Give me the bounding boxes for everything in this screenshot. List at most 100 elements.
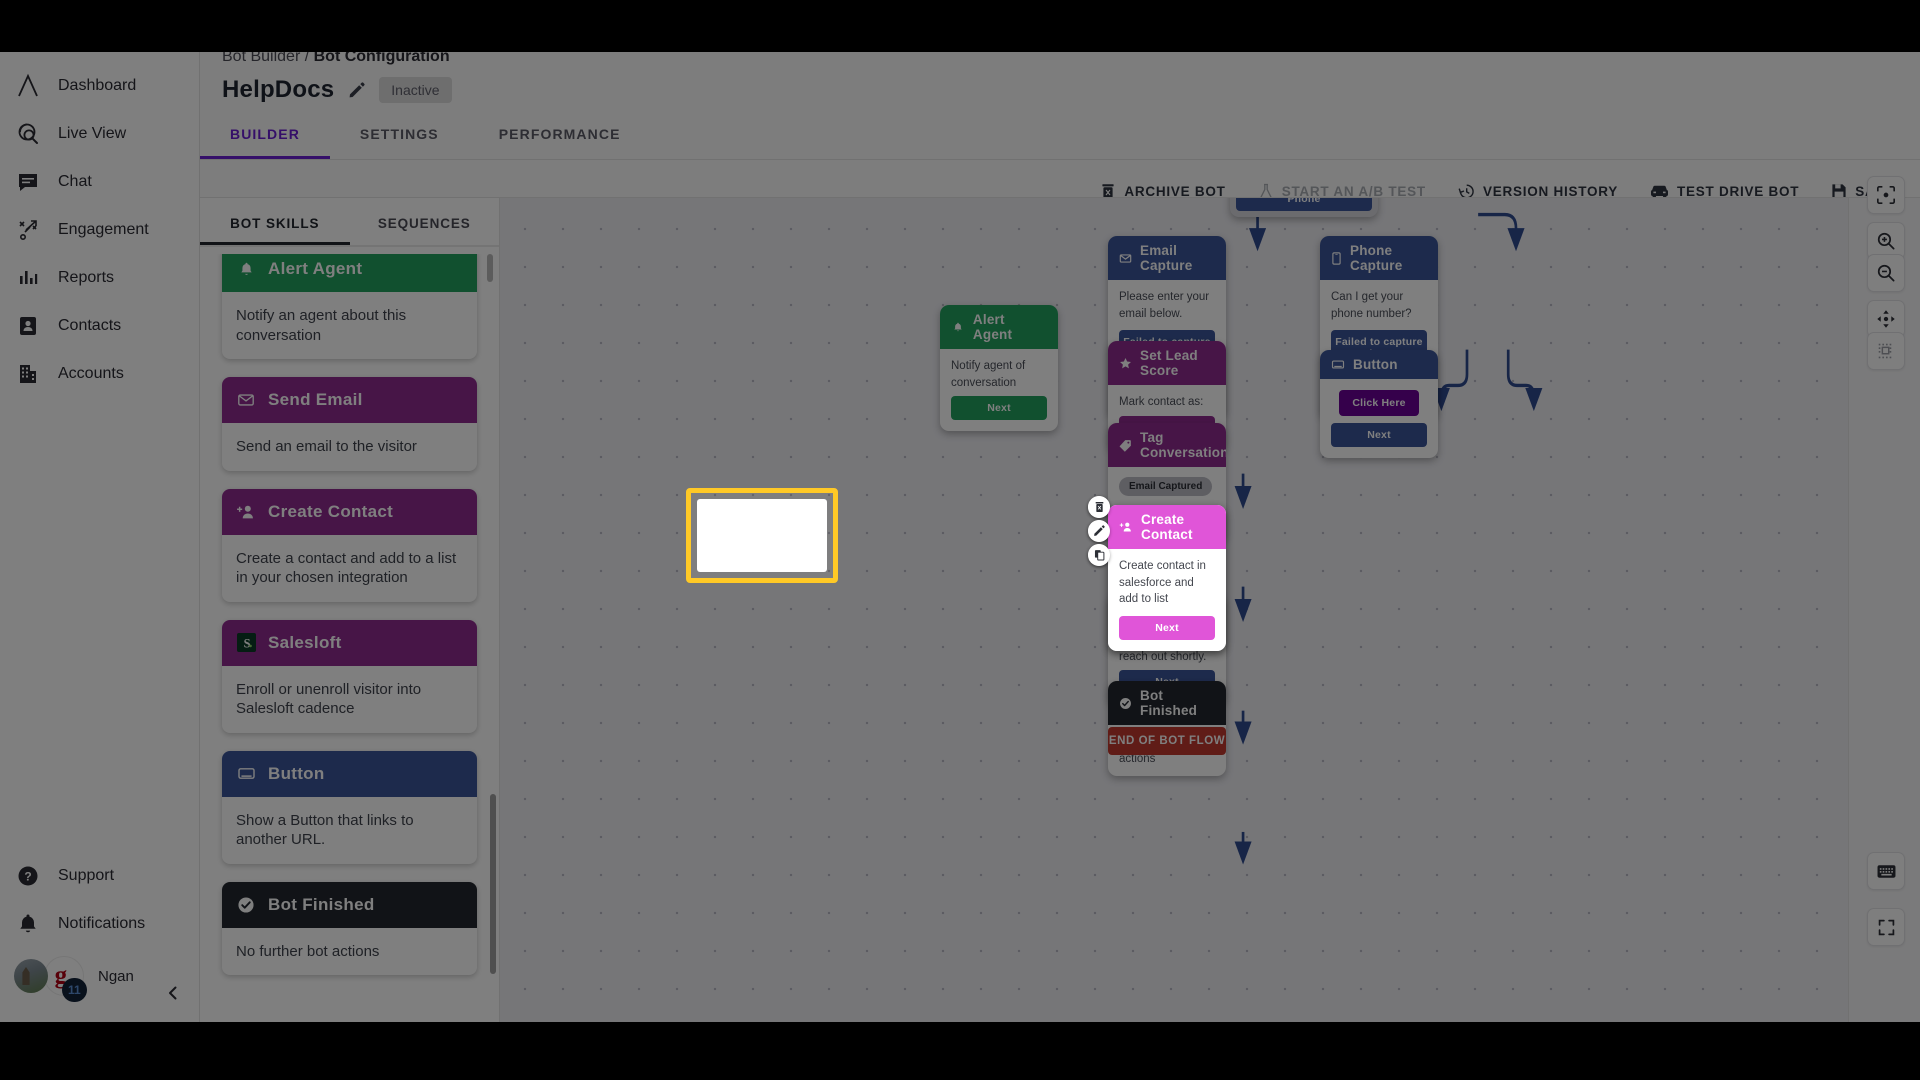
bell-icon [14,910,42,938]
node-tag-chip: Email Captured [1119,477,1213,496]
flow-node-button[interactable]: Button Click Here Next [1320,350,1438,458]
node-header: Button [1320,350,1438,379]
selection-highlight-fill [697,499,827,572]
select-area-icon [1878,343,1892,359]
skill-desc: No further bot actions [236,942,380,960]
panel-scrollbar-thumb-2[interactable] [490,794,496,974]
skill-card-create-contact[interactable]: Create Contact Create a contact and add … [222,488,477,602]
node-header: Create Contact [1108,505,1226,549]
star-icon [1119,356,1132,370]
select-area-button[interactable] [1867,332,1905,370]
skill-card-alert-agent[interactable]: Alert Agent Notify an agent about this c… [222,254,477,359]
edit-node-button[interactable] [1088,520,1110,542]
node-body: Create contact in salesforce and add to … [1108,549,1226,651]
avatar [14,959,48,993]
panel-scrollbar-track[interactable] [487,254,496,1080]
tab-builder[interactable]: BUILDER [200,120,330,159]
nav-item-contacts[interactable]: Contacts [0,302,199,350]
rail-collapse-button[interactable] [160,980,186,1006]
fullscreen-icon [1878,919,1894,935]
panel-tabs: BOT SKILLS SEQUENCES [200,198,499,247]
zoom-out-button[interactable] [1867,254,1905,292]
edit-icon [1094,525,1105,536]
check-circle-icon [236,895,256,915]
duplicate-node-button[interactable] [1088,544,1110,566]
node-tool-strip[interactable] [1088,496,1110,566]
mail-icon [236,390,256,410]
nav-label: Live View [58,125,127,142]
nav-item-dashboard[interactable]: Dashboard [0,62,199,110]
skill-title: Alert Agent [268,259,363,278]
nav-item-engagement[interactable]: Engagement [0,206,199,254]
button-icon [1331,358,1345,372]
node-header: Email Capture [1108,236,1226,280]
fullscreen-button[interactable] [1867,908,1905,946]
focus-target-button[interactable] [1867,176,1905,214]
node-header: Tag Conversation [1108,423,1226,467]
flow-node-alert-agent[interactable]: Alert Agent Notify agent of conversation… [940,305,1058,432]
tab-performance[interactable]: PERFORMANCE [469,120,651,156]
skill-desc: Show a Button that links to another URL. [236,811,414,849]
check-circle-icon [1119,696,1132,710]
node-header: Set Lead Score [1108,341,1226,385]
skill-card-list[interactable]: Alert Agent Notify an agent about this c… [200,254,499,1080]
selection-highlight-ring [686,488,838,583]
flow-node-options[interactable]: Email Phone [1230,198,1378,217]
canvas-tool-strip [1848,176,1920,1080]
node-next-button[interactable]: Next [951,396,1047,421]
letterbox-bottom [0,1022,1920,1080]
reports-icon [14,264,42,292]
node-cta-button[interactable]: Click Here [1339,390,1419,416]
nav-label: Support [58,867,115,884]
skill-card-button[interactable]: Button Show a Button that links to anoth… [222,750,477,864]
delete-node-button[interactable] [1088,496,1110,518]
end-of-bot-flow-banner: END OF BOT FLOW [1108,727,1226,755]
skill-title: Send Email [268,390,363,409]
option-button[interactable]: Phone [1236,198,1372,211]
keyboard-shortcuts-button[interactable] [1867,852,1905,890]
nav-label: Notifications [58,915,146,932]
pan-move-icon [1877,310,1895,328]
nav-label: Engagement [58,221,149,238]
node-header: Phone Capture [1320,236,1438,280]
nav-label: Contacts [58,317,122,334]
pencil-icon[interactable] [348,81,365,99]
node-text: Mark contact as: [1119,396,1204,408]
skill-desc: Send an email to the visitor [236,438,417,455]
tab-settings[interactable]: SETTINGS [330,120,469,156]
status-badge: Inactive [379,77,452,103]
help-circle-icon: ? [14,862,42,890]
nav-item-reports[interactable]: Reports [0,254,199,302]
node-body: Click Here Next [1320,379,1438,458]
node-title: Alert Agent [972,312,1013,342]
salesloft-icon: S [236,633,256,653]
nav-item-accounts[interactable]: Accounts [0,350,199,398]
node-next-button[interactable]: Next [1119,616,1215,641]
node-title: Phone Capture [1350,243,1403,273]
nav-item-support[interactable]: ? Support [0,852,199,900]
nav-item-chat[interactable]: Chat [0,158,199,206]
skill-card-salesloft[interactable]: S Salesloft Enroll or unenroll visitor i… [222,619,477,733]
skill-title: Button [268,763,325,783]
skill-card-send-email[interactable]: Send Email Send an email to the visitor [222,377,477,471]
node-text: Can I get your phone number? [1331,291,1412,320]
zoom-in-icon [1877,232,1895,250]
nav-item-live-view[interactable]: Live View [0,110,199,158]
bot-skills-panel: BOT SKILLS SEQUENCES Alert Agent Notify … [200,198,500,1080]
nav-item-notifications[interactable]: Notifications [0,900,199,948]
skill-card-bot-finished[interactable]: Bot Finished No further bot actions [222,881,477,975]
panel-scrollbar-thumb[interactable] [487,254,493,282]
skill-desc: Enroll or unenroll visitor into Saleslof… [236,680,422,718]
nav-label: Chat [58,173,92,190]
nav-label: Reports [58,269,115,286]
node-title: Create Contact [1141,512,1193,542]
tab-sequences[interactable]: SEQUENCES [350,198,500,245]
tab-bot-skills[interactable]: BOT SKILLS [200,198,350,245]
accounts-icon [14,360,42,388]
svg-text:S: S [243,636,250,650]
page-title: HelpDocs [222,76,335,103]
node-title: Bot Finished [1140,688,1198,718]
node-next-button[interactable]: Next [1331,423,1427,447]
flow-node-create-contact[interactable]: Create Contact Create contact in salesfo… [1108,505,1226,652]
node-text: Please enter your email below. [1119,291,1210,320]
